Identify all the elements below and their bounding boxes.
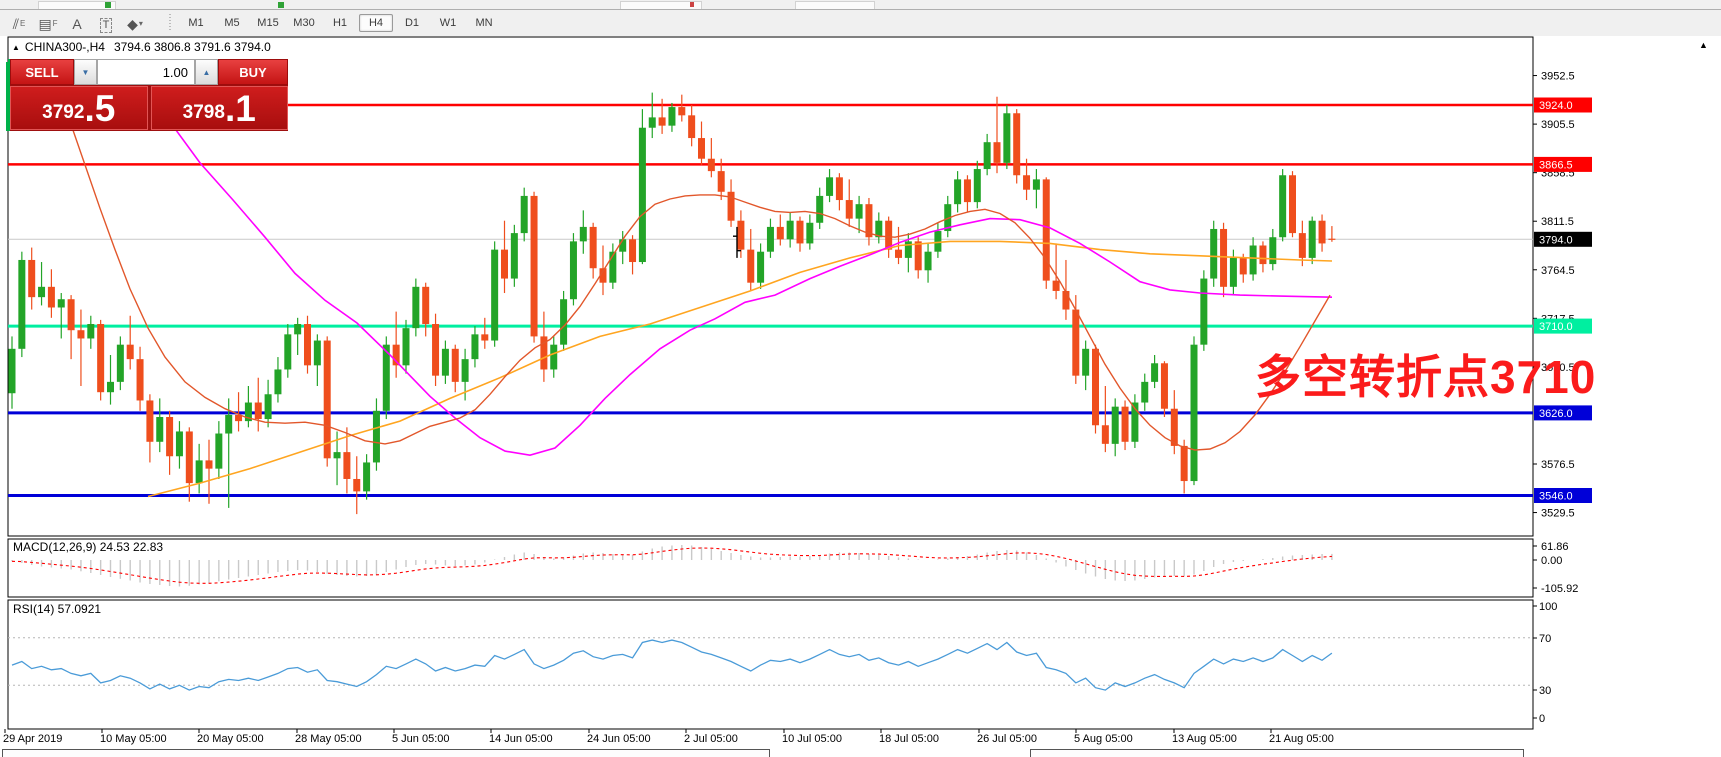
svg-text:0.00: 0.00 [1541, 555, 1562, 567]
chart-ohlc-values: 3794.6 3806.8 3791.6 3794.0 [114, 40, 271, 54]
sell-button[interactable]: SELL [10, 59, 74, 85]
spin-down-icon: ▼ [82, 68, 90, 77]
spin-up-icon: ▲ [203, 68, 211, 77]
svg-text:70: 70 [1539, 633, 1551, 645]
svg-text:5 Aug 05:00: 5 Aug 05:00 [1074, 733, 1133, 745]
svg-text:21 Aug 05:00: 21 Aug 05:00 [1269, 733, 1334, 745]
one-click-trading-panel: SELL ▼ ▲ BUY 3792 .5 3798 .1 [8, 59, 288, 131]
svg-text:2 Jul 05:00: 2 Jul 05:00 [684, 733, 738, 745]
svg-text:28 May 05:00: 28 May 05:00 [295, 733, 362, 745]
sell-price-int: 3792 [42, 100, 84, 126]
svg-text:MACD(12,26,9) 24.53 22.83: MACD(12,26,9) 24.53 22.83 [13, 540, 163, 554]
svg-text:3529.5: 3529.5 [1541, 508, 1575, 520]
svg-text:3952.5: 3952.5 [1541, 71, 1575, 83]
collapse-arrow-icon[interactable]: ▲ [12, 43, 20, 52]
svg-text:29 Apr 2019: 29 Apr 2019 [3, 733, 62, 745]
svg-text:18 Jul 05:00: 18 Jul 05:00 [879, 733, 939, 745]
svg-text:10 Jul 05:00: 10 Jul 05:00 [782, 733, 842, 745]
svg-text:14 Jun 05:00: 14 Jun 05:00 [489, 733, 553, 745]
statusbar-sliver [3, 750, 1524, 757]
svg-text:-105.92: -105.92 [1541, 583, 1578, 595]
svg-text:0: 0 [1539, 713, 1545, 725]
buy-price-int: 3798 [183, 100, 225, 126]
svg-text:3794.0: 3794.0 [1539, 234, 1573, 246]
volume-decrease-button[interactable]: ▼ [74, 59, 97, 85]
chart-symbol-period: CHINA300-,H4 [25, 40, 105, 54]
buy-button[interactable]: BUY [218, 59, 288, 85]
svg-text:3764.5: 3764.5 [1541, 265, 1575, 277]
volume-input[interactable] [97, 59, 195, 85]
svg-text:RSI(14) 57.0921: RSI(14) 57.0921 [13, 602, 101, 616]
svg-text:3710.0: 3710.0 [1539, 321, 1573, 333]
svg-text:3866.5: 3866.5 [1539, 159, 1573, 171]
svg-text:24 Jun 05:00: 24 Jun 05:00 [587, 733, 651, 745]
svg-text:3905.5: 3905.5 [1541, 119, 1575, 131]
volume-increase-button[interactable]: ▲ [195, 59, 218, 85]
svg-text:30: 30 [1539, 685, 1551, 697]
svg-text:20 May 05:00: 20 May 05:00 [197, 733, 264, 745]
svg-text:61.86: 61.86 [1541, 541, 1569, 553]
svg-text:3626.0: 3626.0 [1539, 408, 1573, 420]
buy-price-display[interactable]: 3798 .1 [151, 86, 289, 130]
buy-price-frac: .1 [225, 92, 256, 126]
svg-text:100: 100 [1539, 601, 1557, 613]
svg-text:5 Jun 05:00: 5 Jun 05:00 [392, 733, 450, 745]
sell-price-frac: .5 [84, 92, 115, 126]
svg-text:13 Aug 05:00: 13 Aug 05:00 [1172, 733, 1237, 745]
axis-scale-arrow-icon[interactable]: ▲ [1699, 40, 1708, 50]
chart-title-row: ▲ CHINA300-,H4 3794.6 3806.8 3791.6 3794… [12, 40, 271, 54]
chart-text-annotation[interactable]: 多空转折点3710 [1255, 341, 1596, 407]
svg-text:3811.5: 3811.5 [1541, 216, 1574, 228]
svg-text:3924.0: 3924.0 [1539, 100, 1573, 112]
svg-text:3546.0: 3546.0 [1539, 491, 1573, 503]
svg-text:26 Jul 05:00: 26 Jul 05:00 [977, 733, 1037, 745]
svg-text:10 May 05:00: 10 May 05:00 [100, 733, 167, 745]
svg-text:3576.5: 3576.5 [1541, 459, 1575, 471]
sell-price-display[interactable]: 3792 .5 [10, 86, 148, 130]
